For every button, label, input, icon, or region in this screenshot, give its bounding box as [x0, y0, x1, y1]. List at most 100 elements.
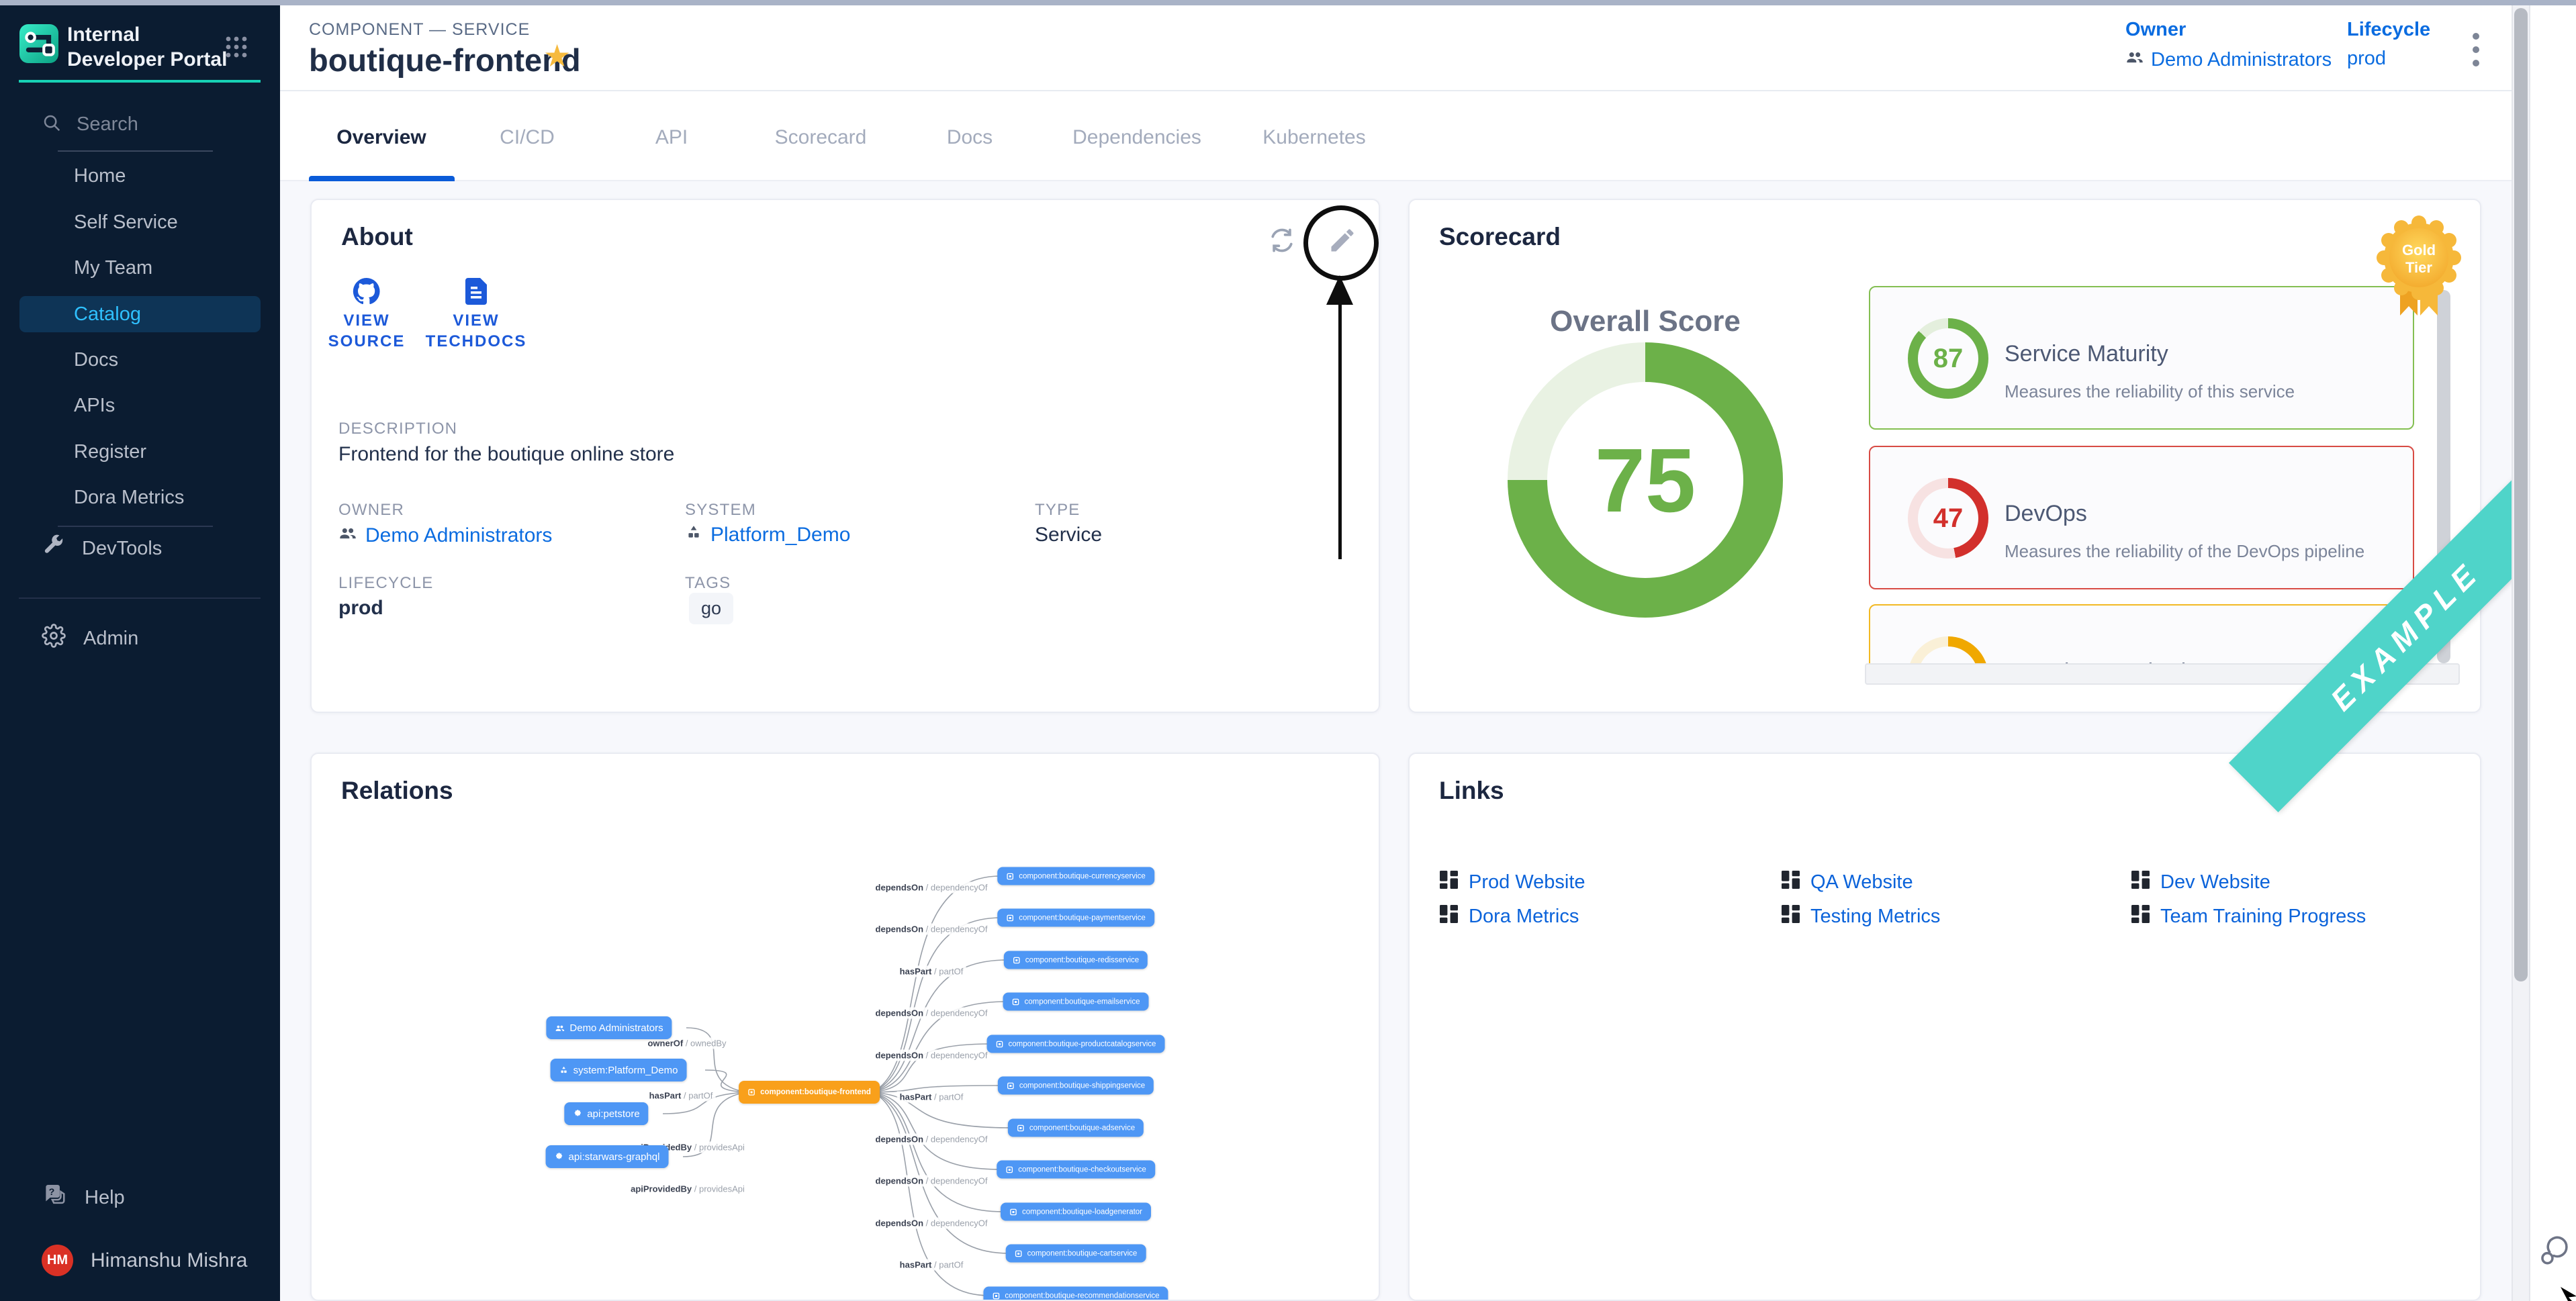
graph-node[interactable]: component:boutique-paymentservice — [997, 909, 1154, 927]
graph-node[interactable]: component:boutique-adservice — [1008, 1119, 1144, 1137]
graph-node[interactable]: component:boutique-recommendationservice — [983, 1287, 1168, 1300]
graph-node[interactable]: component:boutique-loadgenerator — [1001, 1203, 1151, 1221]
graph-node[interactable]: system:Platform_Demo — [551, 1059, 687, 1081]
link-dev-website[interactable]: Dev Website — [2131, 871, 2270, 894]
entity-header: COMPONENT — SERVICE boutique-frontend ★ … — [280, 5, 2512, 91]
graph-node-label: api:starwars-graphql — [569, 1151, 660, 1163]
component-icon — [1012, 998, 1020, 1006]
api-icon — [555, 1152, 564, 1161]
graph-node[interactable]: api:starwars-graphql — [546, 1145, 669, 1168]
github-icon[interactable] — [351, 275, 383, 307]
edge-label: hasPart / partOf — [647, 1090, 716, 1102]
metric-card-security-standards[interactable]: 74 Security Standards Measures how secur… — [1869, 604, 2414, 665]
sidebar-item-dora-metrics[interactable]: Dora Metrics — [19, 479, 261, 516]
owner-value: Demo Administrators — [2151, 49, 2332, 71]
graph-node[interactable]: component:boutique-shippingservice — [998, 1077, 1154, 1095]
sidebar-item-apis[interactable]: APIs — [19, 387, 261, 424]
tab-docs[interactable]: Docs — [947, 126, 993, 149]
graph-node[interactable]: component:boutique-redisservice — [1004, 951, 1148, 969]
graph-node-label: component:boutique-paymentservice — [1019, 914, 1146, 922]
techdocs-icon[interactable] — [460, 275, 492, 307]
svg-text:?: ? — [49, 1187, 55, 1198]
page-scrollbar-track[interactable] — [2512, 5, 2530, 1301]
sidebar-item-catalog[interactable]: Catalog — [19, 296, 261, 332]
sidebar-item-label: Admin — [83, 628, 138, 650]
component-icon — [1006, 914, 1014, 922]
component-icon — [1009, 1208, 1017, 1216]
view-source-link[interactable]: VIEW SOURCE — [312, 310, 422, 352]
metric-card-devops[interactable]: 47 DevOps Measures the reliability of th… — [1869, 446, 2414, 589]
graph-node-label: component:boutique-productcatalogservice — [1009, 1040, 1156, 1048]
tab-scorecard[interactable]: Scorecard — [775, 126, 867, 149]
tags-field-label: TAGS — [685, 574, 731, 593]
links-card: Links Prod Website QA Website Dev Websit… — [1408, 753, 2481, 1301]
search-input[interactable]: Search — [42, 113, 138, 136]
sidebar-item-docs[interactable]: Docs — [19, 342, 261, 378]
link-testing-metrics[interactable]: Testing Metrics — [1782, 905, 1940, 928]
star-icon[interactable]: ★ — [543, 40, 571, 71]
tab-cicd[interactable]: CI/CD — [500, 126, 555, 149]
graph-node[interactable]: component:boutique-checkoutservice — [997, 1161, 1155, 1179]
sidebar-item-home[interactable]: Home — [19, 158, 261, 194]
tab-kubernetes[interactable]: Kubernetes — [1262, 126, 1365, 149]
component-icon — [1013, 956, 1021, 964]
tab-overview[interactable]: Overview — [336, 126, 426, 149]
sidebar-item-label: Docs — [74, 349, 118, 371]
search-placeholder: Search — [77, 113, 138, 136]
graph-node[interactable]: Demo Administrators — [546, 1016, 672, 1039]
tab-api[interactable]: API — [655, 126, 688, 149]
sidebar-item-admin[interactable]: Admin — [42, 624, 138, 653]
chat-bubbles-icon[interactable] — [2537, 1233, 2572, 1271]
link-dora-metrics[interactable]: Dora Metrics — [1440, 905, 1579, 928]
owner-field-link[interactable]: Demo Administrators — [338, 524, 552, 548]
gold-tier-badge: Gold Tier — [2375, 213, 2463, 326]
graph-node[interactable]: component:boutique-currencyservice — [997, 867, 1154, 885]
lifecycle-meta: Lifecycle prod — [2347, 19, 2430, 70]
edge-label: hasPart / partOf — [897, 1259, 966, 1271]
app-root: Internal Developer Portal Search Home Se… — [0, 0, 2576, 1301]
sidebar-item-devtools[interactable]: DevTools — [42, 534, 162, 563]
link-team-training-progress[interactable]: Team Training Progress — [2131, 905, 2366, 928]
avatar: HM — [42, 1245, 73, 1276]
system-field-link[interactable]: Platform_Demo — [685, 524, 850, 546]
annotation-circle — [1303, 205, 1379, 281]
tab-dependencies[interactable]: Dependencies — [1072, 126, 1201, 149]
annotation-arrowhead — [1326, 275, 1353, 305]
metric-gauge-ring: 87 — [1908, 318, 1988, 399]
type-field-value: Service — [1035, 524, 1102, 546]
page-title: boutique-frontend — [309, 42, 581, 79]
sidebar-item-help[interactable]: ? Help — [42, 1182, 125, 1213]
edge-label: dependsOn / dependencyOf — [873, 1050, 991, 1061]
metric-card-service-maturity[interactable]: 87 Service Maturity Measures the reliabi… — [1869, 286, 2414, 430]
owner-link[interactable]: Demo Administrators — [2125, 48, 2332, 72]
tag-chip[interactable]: go — [689, 593, 733, 624]
graph-node[interactable]: component:boutique-cartservice — [1006, 1245, 1146, 1263]
portal-logo-icon — [19, 24, 58, 63]
api-icon — [573, 1109, 582, 1118]
graph-node[interactable]: api:petstore — [564, 1102, 648, 1125]
graph-node[interactable]: component:boutique-emailservice — [1003, 993, 1149, 1011]
edge-label: dependsOn / dependencyOf — [873, 1134, 991, 1145]
about-card: About VIEW SOURCE VIEW TECHDOCS DESCRIPT… — [310, 199, 1380, 713]
sidebar-item-my-team[interactable]: My Team — [19, 250, 261, 286]
component-icon — [1005, 1165, 1013, 1173]
link-prod-website[interactable]: Prod Website — [1440, 871, 1585, 894]
refresh-icon[interactable] — [1267, 226, 1298, 256]
more-options-kebab-icon[interactable] — [2466, 30, 2486, 73]
link-qa-website[interactable]: QA Website — [1782, 871, 1913, 894]
wrench-icon — [42, 534, 64, 563]
graph-node[interactable]: component:boutique-frontend — [739, 1081, 880, 1104]
component-icon — [1017, 1124, 1025, 1132]
user-menu[interactable]: HM Himanshu Mishra — [42, 1245, 247, 1276]
description-label: DESCRIPTION — [338, 420, 457, 438]
sidebar-item-self-service[interactable]: Self Service — [19, 204, 261, 240]
owner-field-label: OWNER — [338, 501, 404, 520]
view-techdocs-link[interactable]: VIEW TECHDOCS — [419, 310, 533, 352]
sidebar-item-register[interactable]: Register — [19, 434, 261, 470]
apps-grid-icon[interactable] — [224, 35, 248, 62]
overall-gauge-ring: 75 — [1508, 342, 1783, 618]
page-scrollbar-thumb[interactable] — [2514, 8, 2528, 981]
group-icon — [555, 1023, 565, 1033]
metric-description: Measures the reliability of this service — [2005, 381, 2295, 402]
graph-node[interactable]: component:boutique-productcatalogservice — [987, 1035, 1165, 1053]
